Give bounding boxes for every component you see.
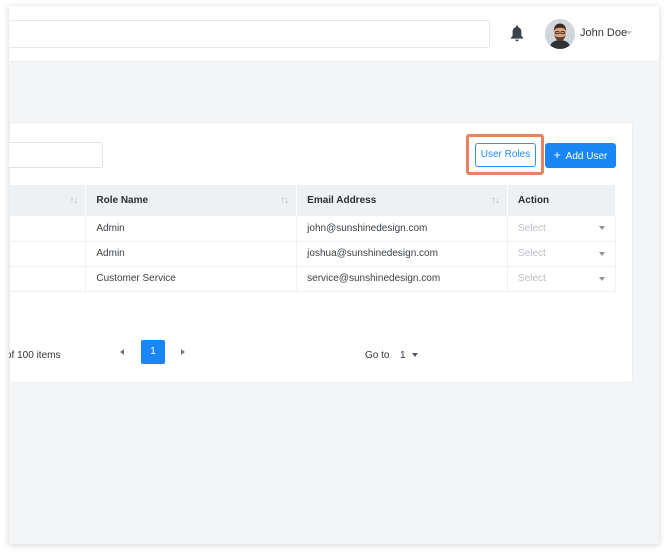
avatar-image: [545, 19, 575, 49]
cell-action[interactable]: Select: [507, 216, 616, 242]
chevron-down-icon: [599, 251, 605, 256]
cell-role: Admin: [85, 216, 298, 242]
bell-icon[interactable]: [509, 24, 525, 44]
page-button-current[interactable]: 1: [141, 340, 165, 364]
chevron-down-icon: [599, 276, 605, 281]
add-user-button[interactable]: + Add User: [545, 143, 616, 168]
prev-page-button[interactable]: [110, 340, 134, 364]
cell-user: [9, 216, 87, 242]
cell-email: joshua@sunshinedesign.com: [296, 241, 509, 267]
users-card: User Roles + Add User ↑↓ Role Name ↑↓ Ema…: [9, 122, 633, 383]
action-select[interactable]: Select: [518, 273, 615, 284]
table-header-row: ↑↓ Role Name ↑↓ Email Address ↑↓ Action: [9, 185, 616, 216]
add-user-label: Add User: [565, 151, 608, 162]
cell-action[interactable]: Select: [507, 266, 616, 292]
chevron-down-icon[interactable]: [626, 31, 632, 35]
cell-action[interactable]: Select: [507, 241, 616, 267]
cell-email: service@sunshinedesign.com: [296, 266, 509, 292]
column-header-email[interactable]: Email Address ↑↓: [296, 185, 509, 216]
action-select[interactable]: Select: [518, 248, 615, 259]
app-window: John Doe User Roles + Add User ↑↓ Role Na…: [9, 6, 659, 544]
plus-icon: +: [553, 148, 561, 162]
cell-user: [9, 266, 87, 292]
next-page-button[interactable]: [170, 340, 194, 364]
column-header-role[interactable]: Role Name ↑↓: [85, 185, 298, 216]
pagination-total: of 100 items: [9, 350, 61, 361]
user-roles-button[interactable]: User Roles: [475, 143, 536, 167]
sort-icon[interactable]: ↑↓: [280, 195, 289, 206]
chevron-down-icon: [599, 226, 605, 231]
column-header-user[interactable]: ↑↓: [9, 185, 87, 216]
users-table: ↑↓ Role Name ↑↓ Email Address ↑↓ Action: [9, 185, 616, 292]
cell-role: Admin: [85, 241, 298, 267]
goto-value[interactable]: 1: [400, 350, 406, 361]
table-row[interactable]: Admin john@sunshinedesign.com Select: [9, 216, 616, 242]
top-bar: John Doe: [9, 6, 659, 62]
cell-user: [9, 241, 87, 267]
cell-email: john@sunshinedesign.com: [296, 216, 509, 242]
sort-icon[interactable]: ↑↓: [491, 195, 500, 206]
user-name[interactable]: John Doe: [580, 27, 627, 39]
table-row[interactable]: Admin joshua@sunshinedesign.com Select: [9, 241, 616, 267]
search-input[interactable]: [9, 20, 490, 48]
chevron-down-icon[interactable]: [412, 353, 418, 357]
avatar[interactable]: [545, 19, 575, 49]
column-header-action: Action: [507, 185, 616, 216]
goto-label: Go to: [365, 350, 390, 361]
sort-icon[interactable]: ↑↓: [69, 195, 78, 206]
action-select[interactable]: Select: [518, 223, 615, 234]
cell-role: Customer Service: [85, 266, 298, 292]
table-row[interactable]: Customer Service service@sunshinedesign.…: [9, 266, 616, 292]
filter-input[interactable]: [9, 142, 103, 168]
